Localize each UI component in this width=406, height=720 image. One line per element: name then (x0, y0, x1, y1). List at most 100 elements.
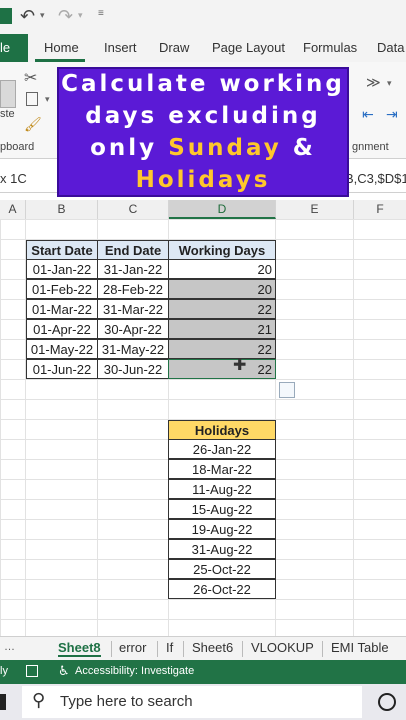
tab-insert[interactable]: Insert (104, 40, 137, 55)
column-header-d[interactable]: D (169, 200, 276, 219)
tab-separator (242, 641, 243, 657)
working-days-cell[interactable]: 21 (168, 319, 276, 339)
tab-draw[interactable]: Draw (159, 40, 189, 55)
holiday-date-cell[interactable]: 15-Aug-22 (168, 499, 276, 519)
taskbar-search[interactable]: ⚲ Type here to search (22, 686, 362, 718)
tab-separator (322, 641, 323, 657)
header-working-days[interactable]: Working Days (168, 240, 276, 260)
column-header-f[interactable]: F (354, 200, 406, 219)
sheet-tab-vlookup[interactable]: VLOOKUP (251, 640, 314, 655)
tab-formulas[interactable]: Formulas (303, 40, 357, 55)
banner-line-3: only Sunday & (59, 135, 347, 161)
formula-input[interactable]: B,C3,$D$1 (345, 171, 406, 186)
banner-line-3-suffix: & (281, 135, 316, 161)
start-date-cell[interactable]: 01-Feb-22 (26, 279, 98, 299)
name-box[interactable]: x 1C (0, 171, 27, 186)
cut-icon[interactable]: ✂ (24, 68, 37, 88)
holiday-date-cell[interactable]: 25-Oct-22 (168, 559, 276, 579)
taskbar: ⚲ Type here to search (0, 684, 406, 720)
ready-status: ly (0, 665, 8, 677)
sheet-tab-sheet6[interactable]: Sheet6 (192, 640, 233, 655)
end-date-cell[interactable]: 31-Mar-22 (97, 299, 169, 319)
start-date-cell[interactable]: 01-Apr-22 (26, 319, 98, 339)
working-days-cell[interactable]: 20 (168, 279, 276, 299)
start-date-cell[interactable]: 01-Jan-22 (26, 259, 98, 279)
paste-label: ste (0, 108, 15, 120)
alignment-group-label: gnment (352, 141, 389, 153)
holiday-date-cell[interactable]: 18-Mar-22 (168, 459, 276, 479)
start-date-cell[interactable]: 01-Mar-22 (26, 299, 98, 319)
sheet-tab-error[interactable]: error (119, 640, 146, 655)
header-end-date[interactable]: End Date (97, 240, 169, 260)
banner-line-2: days excluding (85, 103, 321, 129)
macro-record-icon[interactable] (26, 665, 38, 677)
start-date-cell[interactable]: 01-Jun-22 (26, 359, 98, 379)
cell-cursor-icon: ✚ (233, 357, 247, 374)
holiday-date-cell[interactable]: 26-Jan-22 (168, 439, 276, 459)
accessibility-status[interactable]: Accessibility: Investigate (75, 665, 194, 677)
tab-separator (183, 641, 184, 657)
format-painter-icon[interactable]: 🖌 (24, 116, 42, 133)
search-placeholder: Type here to search (60, 693, 193, 710)
tab-page-layout[interactable]: Page Layout (212, 40, 285, 55)
scroll-sheets-icon[interactable]: … (4, 641, 15, 653)
end-date-cell[interactable]: 30-Apr-22 (97, 319, 169, 339)
banner-line-3-prefix: only (90, 135, 169, 161)
end-date-cell[interactable]: 28-Feb-22 (97, 279, 169, 299)
holiday-date-cell[interactable]: 19-Aug-22 (168, 519, 276, 539)
quick-analysis-icon[interactable] (279, 382, 295, 398)
column-header-e[interactable]: E (276, 200, 354, 219)
header-start-date[interactable]: Start Date (26, 240, 98, 260)
banner-highlight-sunday: Sunday (168, 135, 282, 161)
working-days-cell[interactable]: 20 (168, 259, 276, 279)
status-bar: ly ♿ Accessibility: Investigate (0, 660, 406, 684)
tab-home[interactable]: Home (44, 40, 79, 55)
tab-data[interactable]: Data (377, 40, 404, 55)
redo-icon[interactable]: ↷ (58, 6, 73, 27)
grid-line (353, 219, 354, 636)
redo-dropdown-icon[interactable]: ▾ (78, 10, 83, 21)
title-banner: Calculate working days excluding only Su… (57, 67, 349, 197)
sheet-tab-emi-table[interactable]: EMI Table (331, 640, 389, 655)
start-date-cell[interactable]: 01-May-22 (26, 339, 98, 359)
column-header-a[interactable]: A (0, 200, 26, 219)
decrease-indent-icon[interactable]: ⇤ (362, 106, 374, 123)
search-icon: ⚲ (32, 690, 46, 710)
working-days-cell[interactable]: 22 (168, 299, 276, 319)
ribbon-tabs: Home Insert Draw Page Layout Formulas Da… (0, 34, 406, 63)
quick-access-toolbar: ↶ ▾ ↷ ▾ ≡ (0, 0, 406, 34)
column-header-b[interactable]: B (26, 200, 98, 219)
holiday-date-cell[interactable]: 26-Oct-22 (168, 579, 276, 599)
working-days-cell[interactable]: 22 (168, 359, 276, 379)
orientation-dropdown-icon[interactable]: ▾ (387, 78, 392, 89)
undo-dropdown-icon[interactable]: ▾ (40, 10, 45, 21)
copy-dropdown-icon[interactable]: ▾ (45, 94, 50, 105)
orientation-icon[interactable]: ≫ (366, 74, 381, 91)
customize-icon[interactable]: ≡ (98, 8, 104, 19)
copy-icon[interactable] (26, 92, 38, 106)
column-headers: A B C D E F (0, 200, 406, 220)
sheet-tab-sheet8[interactable]: Sheet8 (58, 640, 101, 657)
holiday-date-cell[interactable]: 11-Aug-22 (168, 479, 276, 499)
banner-line-4: Holidays (135, 167, 271, 193)
sheet-tab-if[interactable]: If (166, 640, 173, 655)
tab-file-label: le (0, 40, 11, 55)
working-days-cell[interactable]: 22 (168, 339, 276, 359)
end-date-cell[interactable]: 31-Jan-22 (97, 259, 169, 279)
tab-separator (157, 641, 158, 657)
clipboard-group-label: pboard (0, 141, 35, 153)
cortana-icon[interactable] (378, 693, 396, 711)
end-date-cell[interactable]: 30-Jun-22 (97, 359, 169, 379)
save-icon[interactable] (0, 8, 12, 24)
paste-icon[interactable] (0, 80, 16, 108)
end-date-cell[interactable]: 31-May-22 (97, 339, 169, 359)
holidays-header[interactable]: Holidays (168, 420, 276, 440)
start-icon[interactable] (0, 694, 6, 710)
accessibility-icon[interactable]: ♿ (58, 663, 70, 679)
undo-icon[interactable]: ↶ (20, 6, 35, 27)
banner-line-1: Calculate working (61, 71, 345, 97)
column-header-c[interactable]: C (98, 200, 169, 219)
holiday-date-cell[interactable]: 31-Aug-22 (168, 539, 276, 559)
tab-file[interactable]: le (0, 34, 28, 62)
increase-indent-icon[interactable]: ⇥ (386, 106, 398, 123)
